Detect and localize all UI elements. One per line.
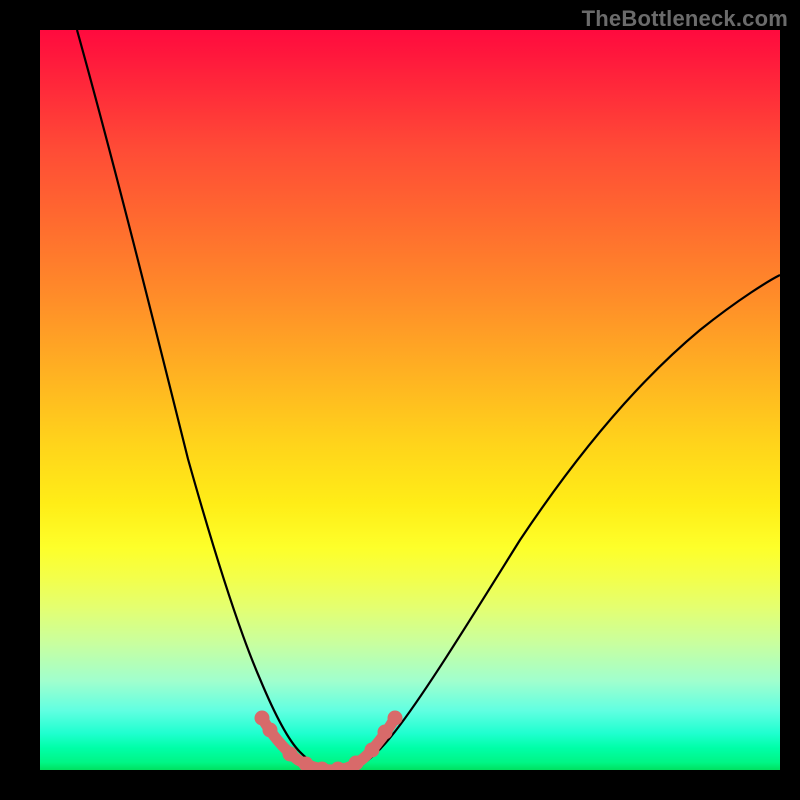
marker-dot	[283, 747, 298, 762]
marker-dot	[349, 756, 364, 771]
left-curve	[77, 30, 327, 770]
chart-svg	[40, 30, 780, 770]
marker-dot	[378, 725, 393, 740]
watermark-text: TheBottleneck.com	[582, 6, 788, 32]
chart-frame: TheBottleneck.com	[0, 0, 800, 800]
marker-dot	[365, 743, 380, 758]
marker-group	[255, 711, 403, 771]
marker-dot	[388, 711, 403, 726]
marker-dot	[263, 723, 278, 738]
right-curve	[350, 275, 780, 770]
plot-area	[40, 30, 780, 770]
marker-dot	[331, 762, 346, 771]
